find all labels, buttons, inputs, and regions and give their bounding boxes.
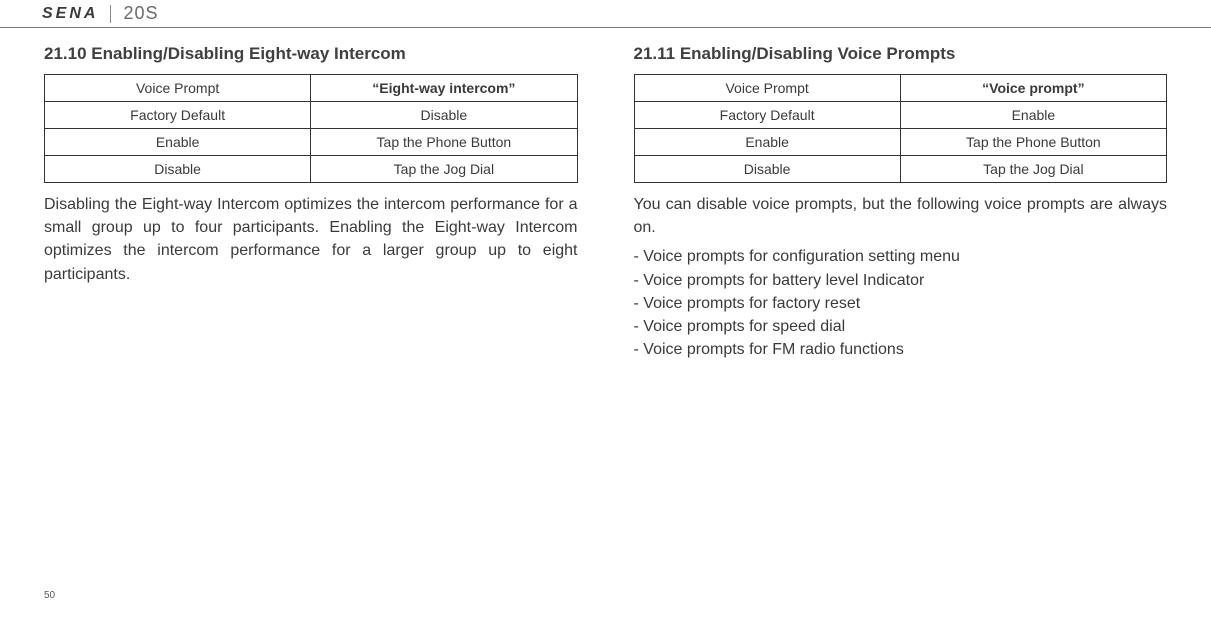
cell-value: Tap the Phone Button [311,129,577,156]
brand-logo: SENA [42,5,98,23]
table-row: Voice Prompt “Voice prompt” [634,75,1167,102]
cell-value: Tap the Jog Dial [311,156,577,183]
table-row: Factory Default Enable [634,102,1167,129]
config-table-left: Voice Prompt “Eight-way intercom” Factor… [44,74,578,183]
list-item: - Voice prompts for FM radio functions [634,338,1168,361]
right-column: 21.11 Enabling/Disabling Voice Prompts V… [634,44,1168,361]
list-item: - Voice prompts for battery level Indica… [634,269,1168,292]
page-header: SENA 20S [0,0,1211,28]
list-item: - Voice prompts for configuration settin… [634,245,1168,268]
table-row: Disable Tap the Jog Dial [45,156,578,183]
body-paragraph-right: You can disable voice prompts, but the f… [634,193,1168,239]
cell-key: Factory Default [45,102,311,129]
list-item: - Voice prompts for speed dial [634,315,1168,338]
cell-key: Enable [45,129,311,156]
content-columns: 21.10 Enabling/Disabling Eight-way Inter… [0,28,1211,361]
cell-value: Enable [900,102,1166,129]
cell-key: Disable [634,156,900,183]
section-title-left: 21.10 Enabling/Disabling Eight-way Inter… [44,44,578,64]
cell-value: “Voice prompt” [900,75,1166,102]
model-label: 20S [123,3,158,24]
table-row: Factory Default Disable [45,102,578,129]
cell-key: Voice Prompt [45,75,311,102]
table-row: Enable Tap the Phone Button [45,129,578,156]
config-table-right: Voice Prompt “Voice prompt” Factory Defa… [634,74,1168,183]
cell-value: “Eight-way intercom” [311,75,577,102]
cell-key: Enable [634,129,900,156]
cell-value: Disable [311,102,577,129]
cell-value: Tap the Phone Button [900,129,1166,156]
section-title-right: 21.11 Enabling/Disabling Voice Prompts [634,44,1168,64]
body-paragraph-left: Disabling the Eight-way Intercom optimiz… [44,193,578,286]
cell-key: Disable [45,156,311,183]
list-item: - Voice prompts for factory reset [634,292,1168,315]
table-row: Disable Tap the Jog Dial [634,156,1167,183]
table-row: Voice Prompt “Eight-way intercom” [45,75,578,102]
page-root: SENA 20S 21.10 Enabling/Disabling Eight-… [0,0,1211,625]
left-column: 21.10 Enabling/Disabling Eight-way Inter… [44,44,578,361]
cell-value: Tap the Jog Dial [900,156,1166,183]
header-divider [110,5,111,23]
cell-key: Voice Prompt [634,75,900,102]
page-number: 50 [44,590,55,601]
cell-key: Factory Default [634,102,900,129]
table-row: Enable Tap the Phone Button [634,129,1167,156]
